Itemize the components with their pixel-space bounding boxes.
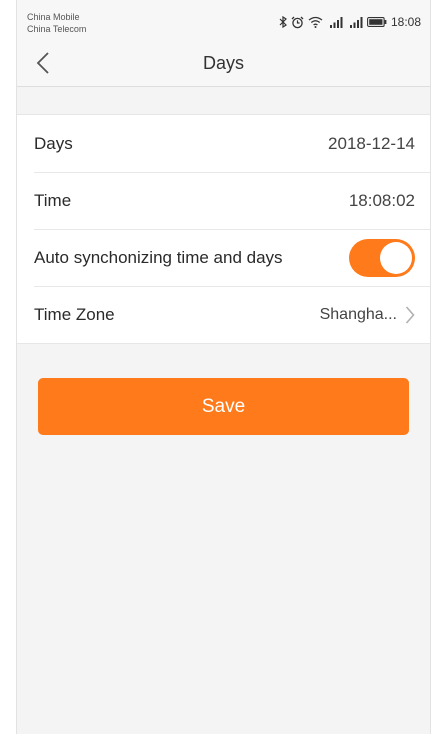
bluetooth-icon	[279, 16, 287, 28]
status-bar: China Mobile China Telecom 18:08	[17, 0, 430, 40]
auto-sync-row: Auto synchonizing time and days	[17, 229, 430, 286]
auto-sync-label: Auto synchonizing time and days	[34, 247, 283, 267]
timezone-value: Shangha...	[319, 305, 397, 323]
signal-icon	[329, 17, 343, 28]
page-title: Days	[202, 53, 244, 73]
time-label: Time	[34, 190, 72, 210]
timezone-label: Time Zone	[34, 304, 115, 324]
nav-bar: Days	[17, 40, 430, 87]
status-time: 18:08	[390, 15, 421, 29]
carrier-labels: China Mobile China Telecom	[27, 11, 86, 35]
days-row[interactable]: Days 2018-12-14	[17, 115, 430, 172]
toggle-knob	[380, 241, 412, 274]
save-button[interactable]: Save	[38, 378, 409, 435]
carrier-2: China Telecom	[27, 24, 87, 34]
status-icons: 18:08	[279, 15, 421, 29]
time-row[interactable]: Time 18:08:02	[17, 172, 430, 229]
timezone-row[interactable]: Time Zone Shangha...	[17, 286, 430, 343]
timezone-value-group: Shangha...	[320, 305, 415, 325]
time-value: 18:08:02	[348, 190, 415, 210]
auto-sync-toggle[interactable]	[349, 238, 415, 277]
phone-screen: China Mobile China Telecom 18:08 Days Da…	[16, 0, 431, 734]
signal-icon	[349, 17, 363, 28]
days-value: 2018-12-14	[328, 133, 415, 153]
chevron-right-icon	[405, 305, 415, 324]
days-label: Days	[34, 133, 73, 153]
settings-list: Days 2018-12-14 Time 18:08:02 Auto synch…	[17, 114, 430, 344]
wifi-icon	[308, 16, 323, 28]
battery-icon	[367, 17, 387, 27]
carrier-1: China Mobile	[27, 12, 80, 22]
alarm-icon	[291, 16, 304, 28]
